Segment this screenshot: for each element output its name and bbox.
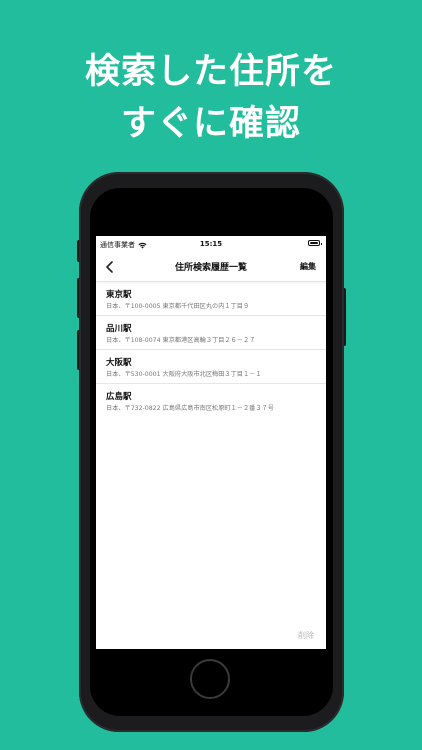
phone-screen: 通信事業者 15:15 住所検索履歴一覧 編集 東京駅 日本、〒100-0005… [96,236,326,649]
history-item-hiroshima[interactable]: 広島駅 日本、〒732-0822 広島県広島市南区松原町１－２番３７号 [96,384,326,418]
history-item-address: 日本、〒530-0001 大阪府大阪市北区梅田３丁目１－１ [106,371,262,378]
headline-line-2: すぐに確認 [120,104,301,144]
page-title: 住所検索履歴一覧 [174,263,247,273]
history-item-name: 品川駅 [106,324,132,334]
history-item-shinagawa[interactable]: 品川駅 日本、〒108-0074 東京都港区高輪３丁目２６－２７ [96,316,326,350]
history-item-name: 広島駅 [106,392,132,402]
history-item-name: 大阪駅 [106,358,132,368]
history-item-address: 日本、〒100-0005 東京都千代田区丸の内１丁目９ [106,303,250,310]
navigation-bar: 住所検索履歴一覧 編集 [96,252,326,282]
history-list: 東京駅 日本、〒100-0005 東京都千代田区丸の内１丁目９ 品川駅 日本、〒… [96,282,326,418]
edit-button[interactable]: 編集 [300,261,316,272]
status-time: 15:15 [199,240,223,248]
history-item-tokyo[interactable]: 東京駅 日本、〒100-0005 東京都千代田区丸の内１丁目９ [96,282,326,316]
history-item-address: 日本、〒108-0074 東京都港区高輪３丁目２６－２７ [106,337,256,344]
home-button[interactable] [190,659,230,699]
status-bar: 通信事業者 15:15 [96,236,326,252]
delete-button[interactable]: 削除 [298,630,314,641]
history-item-address: 日本、〒732-0822 広島県広島市南区松原町１－２番３７号 [106,405,274,412]
battery-icon [308,240,322,246]
history-item-osaka[interactable]: 大阪駅 日本、〒530-0001 大阪府大阪市北区梅田３丁目１－１ [96,350,326,384]
headline: 検索した住所を すぐに確認 [0,46,422,150]
headline-line-1: 検索した住所を [84,52,337,92]
history-item-name: 東京駅 [106,290,132,300]
